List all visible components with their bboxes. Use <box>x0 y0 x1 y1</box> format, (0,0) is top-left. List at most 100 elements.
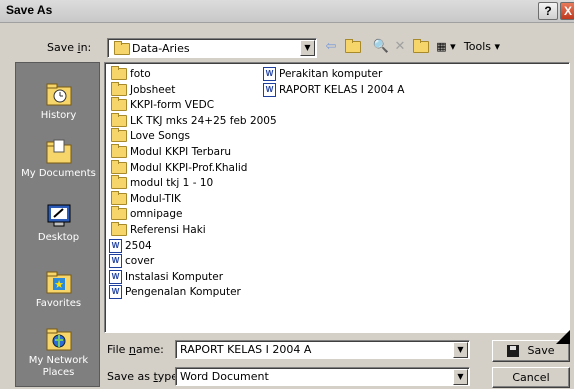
place-label: My Documents <box>21 168 96 179</box>
file-item[interactable]: W Perakitan komputer <box>263 67 404 83</box>
history-icon <box>45 81 73 107</box>
search-web-icon[interactable]: 🔍 <box>371 37 391 57</box>
place-network[interactable]: My Network Places <box>16 326 101 379</box>
save-as-type-dropdown[interactable]: Word Document ▼ <box>175 367 470 386</box>
folder-item[interactable]: Modul KKPI-Prof.Khalid <box>109 159 277 177</box>
place-favorites[interactable]: ★ Favorites <box>16 269 101 310</box>
file-column-1: foto Jobsheet KKPI-form VEDC LK TKJ mks 24+… <box>109 66 277 301</box>
file-name-label: File name: <box>107 343 164 356</box>
file-name: Jobsheet <box>130 83 176 96</box>
place-label: Desktop <box>37 232 80 243</box>
word-document-icon: W <box>109 285 122 300</box>
file-name: omnipage <box>130 208 183 221</box>
window-title: Save As <box>6 3 53 17</box>
close-button[interactable]: X <box>560 2 574 20</box>
file-name: modul tkj 1 - 10 <box>130 177 214 190</box>
desktop-icon <box>45 203 73 229</box>
title-bar: Save As ? X <box>0 0 574 23</box>
folder-icon <box>111 143 127 158</box>
folder-icon <box>111 97 127 112</box>
tools-menu[interactable]: Tools ▾ <box>462 37 502 57</box>
file-name: Love Songs <box>130 130 190 143</box>
folder-icon <box>111 66 127 80</box>
file-item[interactable]: W Instalasi Komputer <box>109 269 277 286</box>
folder-item[interactable]: LK TKJ mks 24+25 feb 2005 <box>109 112 277 130</box>
file-name: Instalasi Komputer <box>125 270 224 283</box>
file-name: RAPORT KELAS I 2004 A <box>279 83 405 96</box>
views-icon: ▦ <box>436 40 447 53</box>
resize-grip-icon[interactable] <box>556 330 570 344</box>
network-places-icon <box>45 326 73 352</box>
help-button[interactable]: ? <box>538 2 558 20</box>
file-item[interactable]: W Pengenalan Komputer <box>109 285 277 301</box>
cancel-button[interactable]: Cancel <box>492 367 570 388</box>
save-in-value: Data-Aries <box>132 42 190 55</box>
delete-icon[interactable]: ✕ <box>391 37 409 57</box>
file-name: 2504 <box>125 239 152 252</box>
up-folder-button[interactable] <box>343 37 363 57</box>
file-item[interactable]: W 2504 <box>109 238 277 255</box>
word-document-icon: W <box>109 254 122 269</box>
folder-icon <box>111 81 127 96</box>
word-document-icon: W <box>109 269 122 284</box>
file-list[interactable]: foto Jobsheet KKPI-form VEDC LK TKJ mks 24+… <box>104 62 570 333</box>
new-folder-icon <box>413 38 429 53</box>
favorites-icon: ★ <box>45 269 73 295</box>
folder-item[interactable]: Love Songs <box>109 128 277 145</box>
folder-icon <box>111 175 127 190</box>
folder-item[interactable]: omnipage <box>109 206 277 223</box>
file-name: Modul-TIK <box>130 192 181 205</box>
place-desktop[interactable]: Desktop <box>16 203 101 244</box>
floppy-disk-icon <box>507 345 520 357</box>
views-button[interactable]: ▦ ▾ <box>433 37 459 57</box>
save-in-label: Save in: <box>47 41 92 54</box>
up-folder-icon <box>345 38 361 53</box>
place-history[interactable]: History <box>16 81 101 122</box>
chevron-down-icon[interactable]: ▼ <box>453 369 468 385</box>
folder-item[interactable]: Jobsheet <box>109 81 277 99</box>
file-name: foto <box>130 68 151 80</box>
file-name: Modul KKPI-Prof.Khalid <box>130 161 248 174</box>
place-label: History <box>40 110 77 121</box>
word-document-icon: W <box>263 82 276 97</box>
save-as-type-label: Save as type: <box>107 370 182 383</box>
folder-item[interactable]: Modul KKPI Terbaru <box>109 143 277 161</box>
folder-item[interactable]: Modul-TIK <box>109 190 277 208</box>
place-my-documents[interactable]: My Documents <box>16 139 101 180</box>
file-name: KKPI-form VEDC <box>130 99 215 112</box>
folder-icon <box>111 159 127 174</box>
file-name-input[interactable]: RAPORT KELAS I 2004 A ▼ <box>175 340 470 359</box>
folder-icon <box>111 206 127 221</box>
folder-icon <box>114 41 130 55</box>
chevron-down-icon[interactable]: ▼ <box>300 40 315 56</box>
folder-item[interactable]: modul tkj 1 - 10 <box>109 175 277 192</box>
back-icon[interactable]: ⇦ <box>321 37 341 57</box>
file-item[interactable]: W RAPORT KELAS I 2004 A <box>263 82 405 99</box>
tools-label: Tools <box>463 40 492 53</box>
folder-item[interactable]: KKPI-form VEDC <box>109 97 277 114</box>
word-document-icon: W <box>263 67 276 81</box>
place-label: My Network Places <box>28 355 89 378</box>
place-label: Favorites <box>35 298 82 309</box>
folder-item[interactable]: foto <box>109 66 277 83</box>
file-name: cover <box>125 255 155 268</box>
file-column-2: W Perakitan komputer W RAPORT KELAS I 2004 … <box>263 67 404 98</box>
save-label: Save <box>527 344 555 357</box>
folder-icon <box>111 190 127 205</box>
file-item[interactable]: Wcover <box>109 254 277 270</box>
chevron-down-icon[interactable]: ▼ <box>453 342 468 358</box>
save-as-type-value: Word Document <box>180 370 269 383</box>
folder-icon <box>111 221 127 236</box>
my-documents-icon <box>45 139 73 165</box>
file-name: Referensi Haki <box>130 223 206 236</box>
file-name: Pengenalan Komputer <box>125 286 241 299</box>
file-name-value: RAPORT KELAS I 2004 A <box>180 343 312 356</box>
file-name: Modul KKPI Terbaru <box>130 145 232 158</box>
save-in-dropdown[interactable]: Data-Aries ▼ <box>107 38 317 58</box>
places-bar: History My Documents Desktop ★ Favorites… <box>15 62 100 387</box>
svg-text:★: ★ <box>54 278 64 291</box>
word-document-icon: W <box>109 238 122 253</box>
new-folder-button[interactable] <box>411 37 431 57</box>
folder-item[interactable]: Referensi Haki <box>109 221 277 239</box>
folder-icon <box>111 128 127 143</box>
